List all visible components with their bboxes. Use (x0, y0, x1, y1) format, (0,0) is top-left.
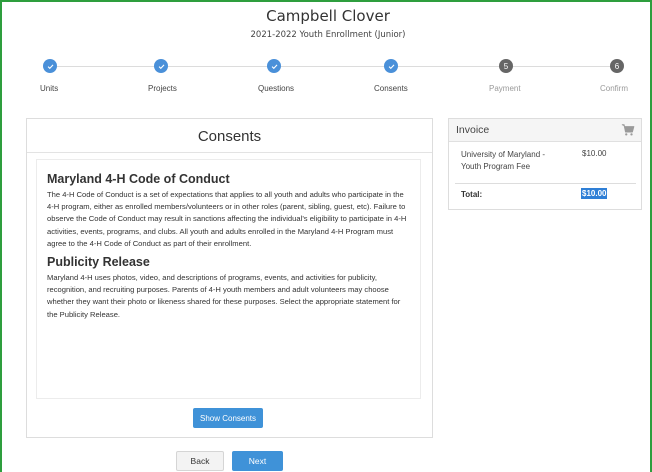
invoice-panel: Invoice University of Maryland - Youth P… (448, 118, 642, 210)
back-button[interactable]: Back (176, 451, 224, 471)
consents-panel: Consents Maryland 4-H Code of Conduct Th… (26, 118, 433, 438)
shopping-cart-icon (621, 124, 635, 136)
invoice-header: Invoice (449, 119, 641, 142)
step-projects-check-icon[interactable] (154, 59, 168, 73)
publicity-release-heading: Publicity Release (47, 255, 150, 270)
step-questions-check-icon[interactable] (267, 59, 281, 73)
step-label-confirm: Confirm (600, 84, 629, 93)
step-confirm-number: 6 (610, 59, 624, 73)
step-label-units[interactable]: Units (40, 84, 58, 93)
stepper-track (50, 66, 618, 67)
step-consents-check-icon[interactable] (384, 59, 398, 73)
step-label-projects[interactable]: Projects (148, 84, 177, 93)
invoice-item-label: University of Maryland - Youth Program F… (461, 150, 546, 171)
invoice-divider (455, 183, 636, 184)
show-consents-button[interactable]: Show Consents (193, 408, 263, 428)
panel-divider (27, 152, 432, 153)
invoice-item-price: $10.00 (582, 149, 607, 158)
next-button[interactable]: Next (232, 451, 283, 471)
page-frame: Campbell Clover 2021-2022 Youth Enrollme… (0, 0, 652, 472)
publicity-release-text: Maryland 4-H uses photos, video, and des… (47, 273, 401, 319)
invoice-total-label: Total: (461, 190, 483, 199)
code-of-conduct-heading: Maryland 4-H Code of Conduct (47, 172, 230, 186)
step-label-questions[interactable]: Questions (258, 84, 294, 93)
consents-title: Consents (197, 128, 262, 145)
invoice-title: Invoice (456, 124, 490, 136)
page-subtitle: 2021-2022 Youth Enrollment (Junior) (250, 30, 406, 40)
step-label-payment: Payment (489, 84, 521, 93)
page-title: Campbell Clover (266, 7, 390, 25)
invoice-total-value: $10.00 (581, 188, 608, 199)
step-payment-number: 5 (499, 59, 513, 73)
consents-document[interactable]: Maryland 4-H Code of Conduct The 4-H Cod… (36, 159, 421, 399)
code-of-conduct-text: The 4-H Code of Conduct is a set of expe… (47, 190, 407, 248)
step-units-check-icon[interactable] (43, 59, 57, 73)
step-label-consents[interactable]: Consents (374, 84, 408, 93)
